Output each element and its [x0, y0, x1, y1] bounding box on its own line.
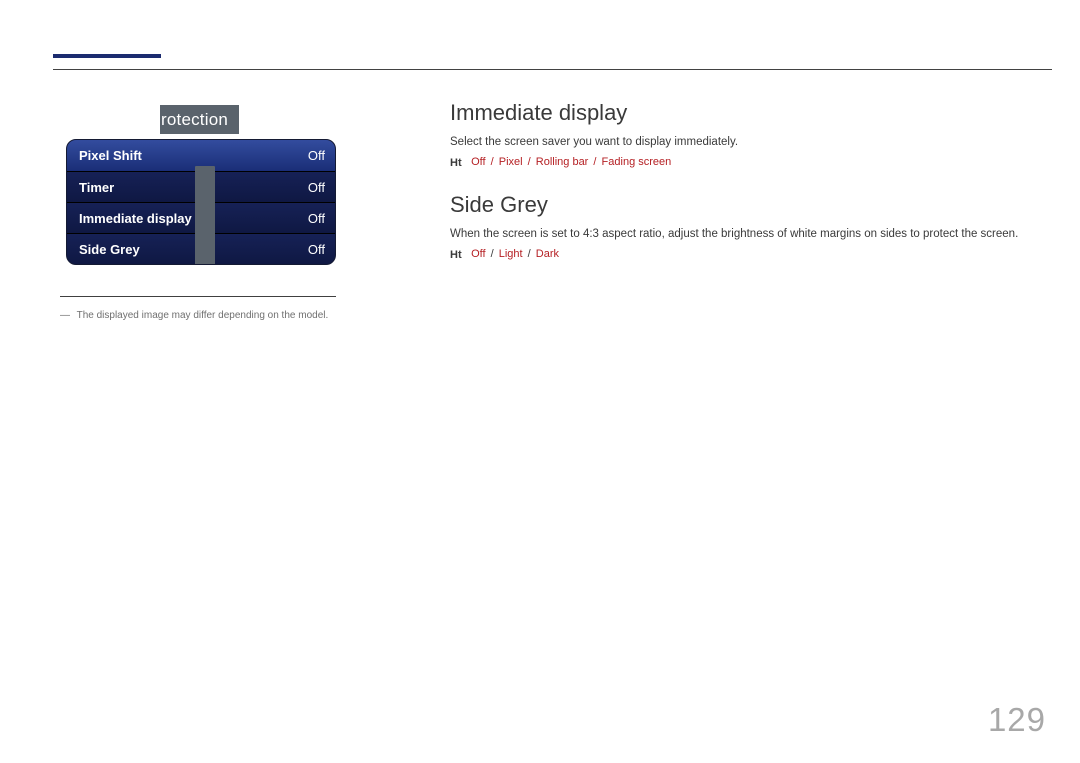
page-number: 129 — [988, 701, 1046, 739]
menu-row-label: Timer — [79, 180, 114, 195]
heading-immediate-display: Immediate display — [450, 100, 1040, 126]
heading-side-grey: Side Grey — [450, 192, 1040, 218]
menu-title: rotection — [160, 105, 239, 134]
option-separator: / — [491, 248, 494, 260]
desc-side-grey: When the screen is set to 4:3 aspect rat… — [450, 228, 1040, 240]
option-separator: / — [491, 156, 494, 168]
menu-row-side-grey: Side Grey Off — [67, 233, 335, 264]
header-rule — [53, 69, 1052, 70]
menu-row-value: Off — [308, 242, 325, 257]
menu-row-label: Side Grey — [79, 242, 140, 257]
menu-row-label: Immediate display — [79, 211, 192, 226]
ht-icon: Ht — [450, 157, 462, 168]
footnote: ― The displayed image may differ dependi… — [60, 310, 360, 321]
footnote-divider — [60, 296, 336, 297]
menu-row-label: Pixel Shift — [79, 148, 142, 163]
option-fading-screen: Fading screen — [602, 156, 672, 168]
option-separator: / — [528, 248, 531, 260]
option-off: Off — [471, 248, 485, 260]
menu-rows: Pixel Shift Off Timer Off Immediate disp… — [66, 139, 336, 265]
option-rolling-bar: Rolling bar — [536, 156, 589, 168]
accent-bar — [53, 54, 161, 58]
ht-icon: Ht — [450, 249, 462, 260]
menu-tab-chip — [195, 228, 215, 265]
menu-row-value: Off — [308, 180, 325, 195]
option-off: Off — [471, 156, 485, 168]
option-dark: Dark — [536, 248, 559, 260]
option-light: Light — [499, 248, 523, 260]
desc-immediate-display: Select the screen saver you want to disp… — [450, 136, 1040, 148]
options-immediate-display: Ht Off / Pixel / Rolling bar / Fading sc… — [450, 156, 1040, 168]
option-separator: / — [528, 156, 531, 168]
option-separator: / — [593, 156, 596, 168]
options-side-grey: Ht Off / Light / Dark — [450, 248, 1040, 260]
menu-row-value: Off — [308, 211, 325, 226]
content-area: Immediate display Select the screen save… — [450, 100, 1040, 284]
option-pixel: Pixel — [499, 156, 523, 168]
footnote-dash: ― — [60, 310, 70, 321]
menu-row-value: Off — [308, 148, 325, 163]
footnote-text: The displayed image may differ depending… — [77, 310, 329, 321]
